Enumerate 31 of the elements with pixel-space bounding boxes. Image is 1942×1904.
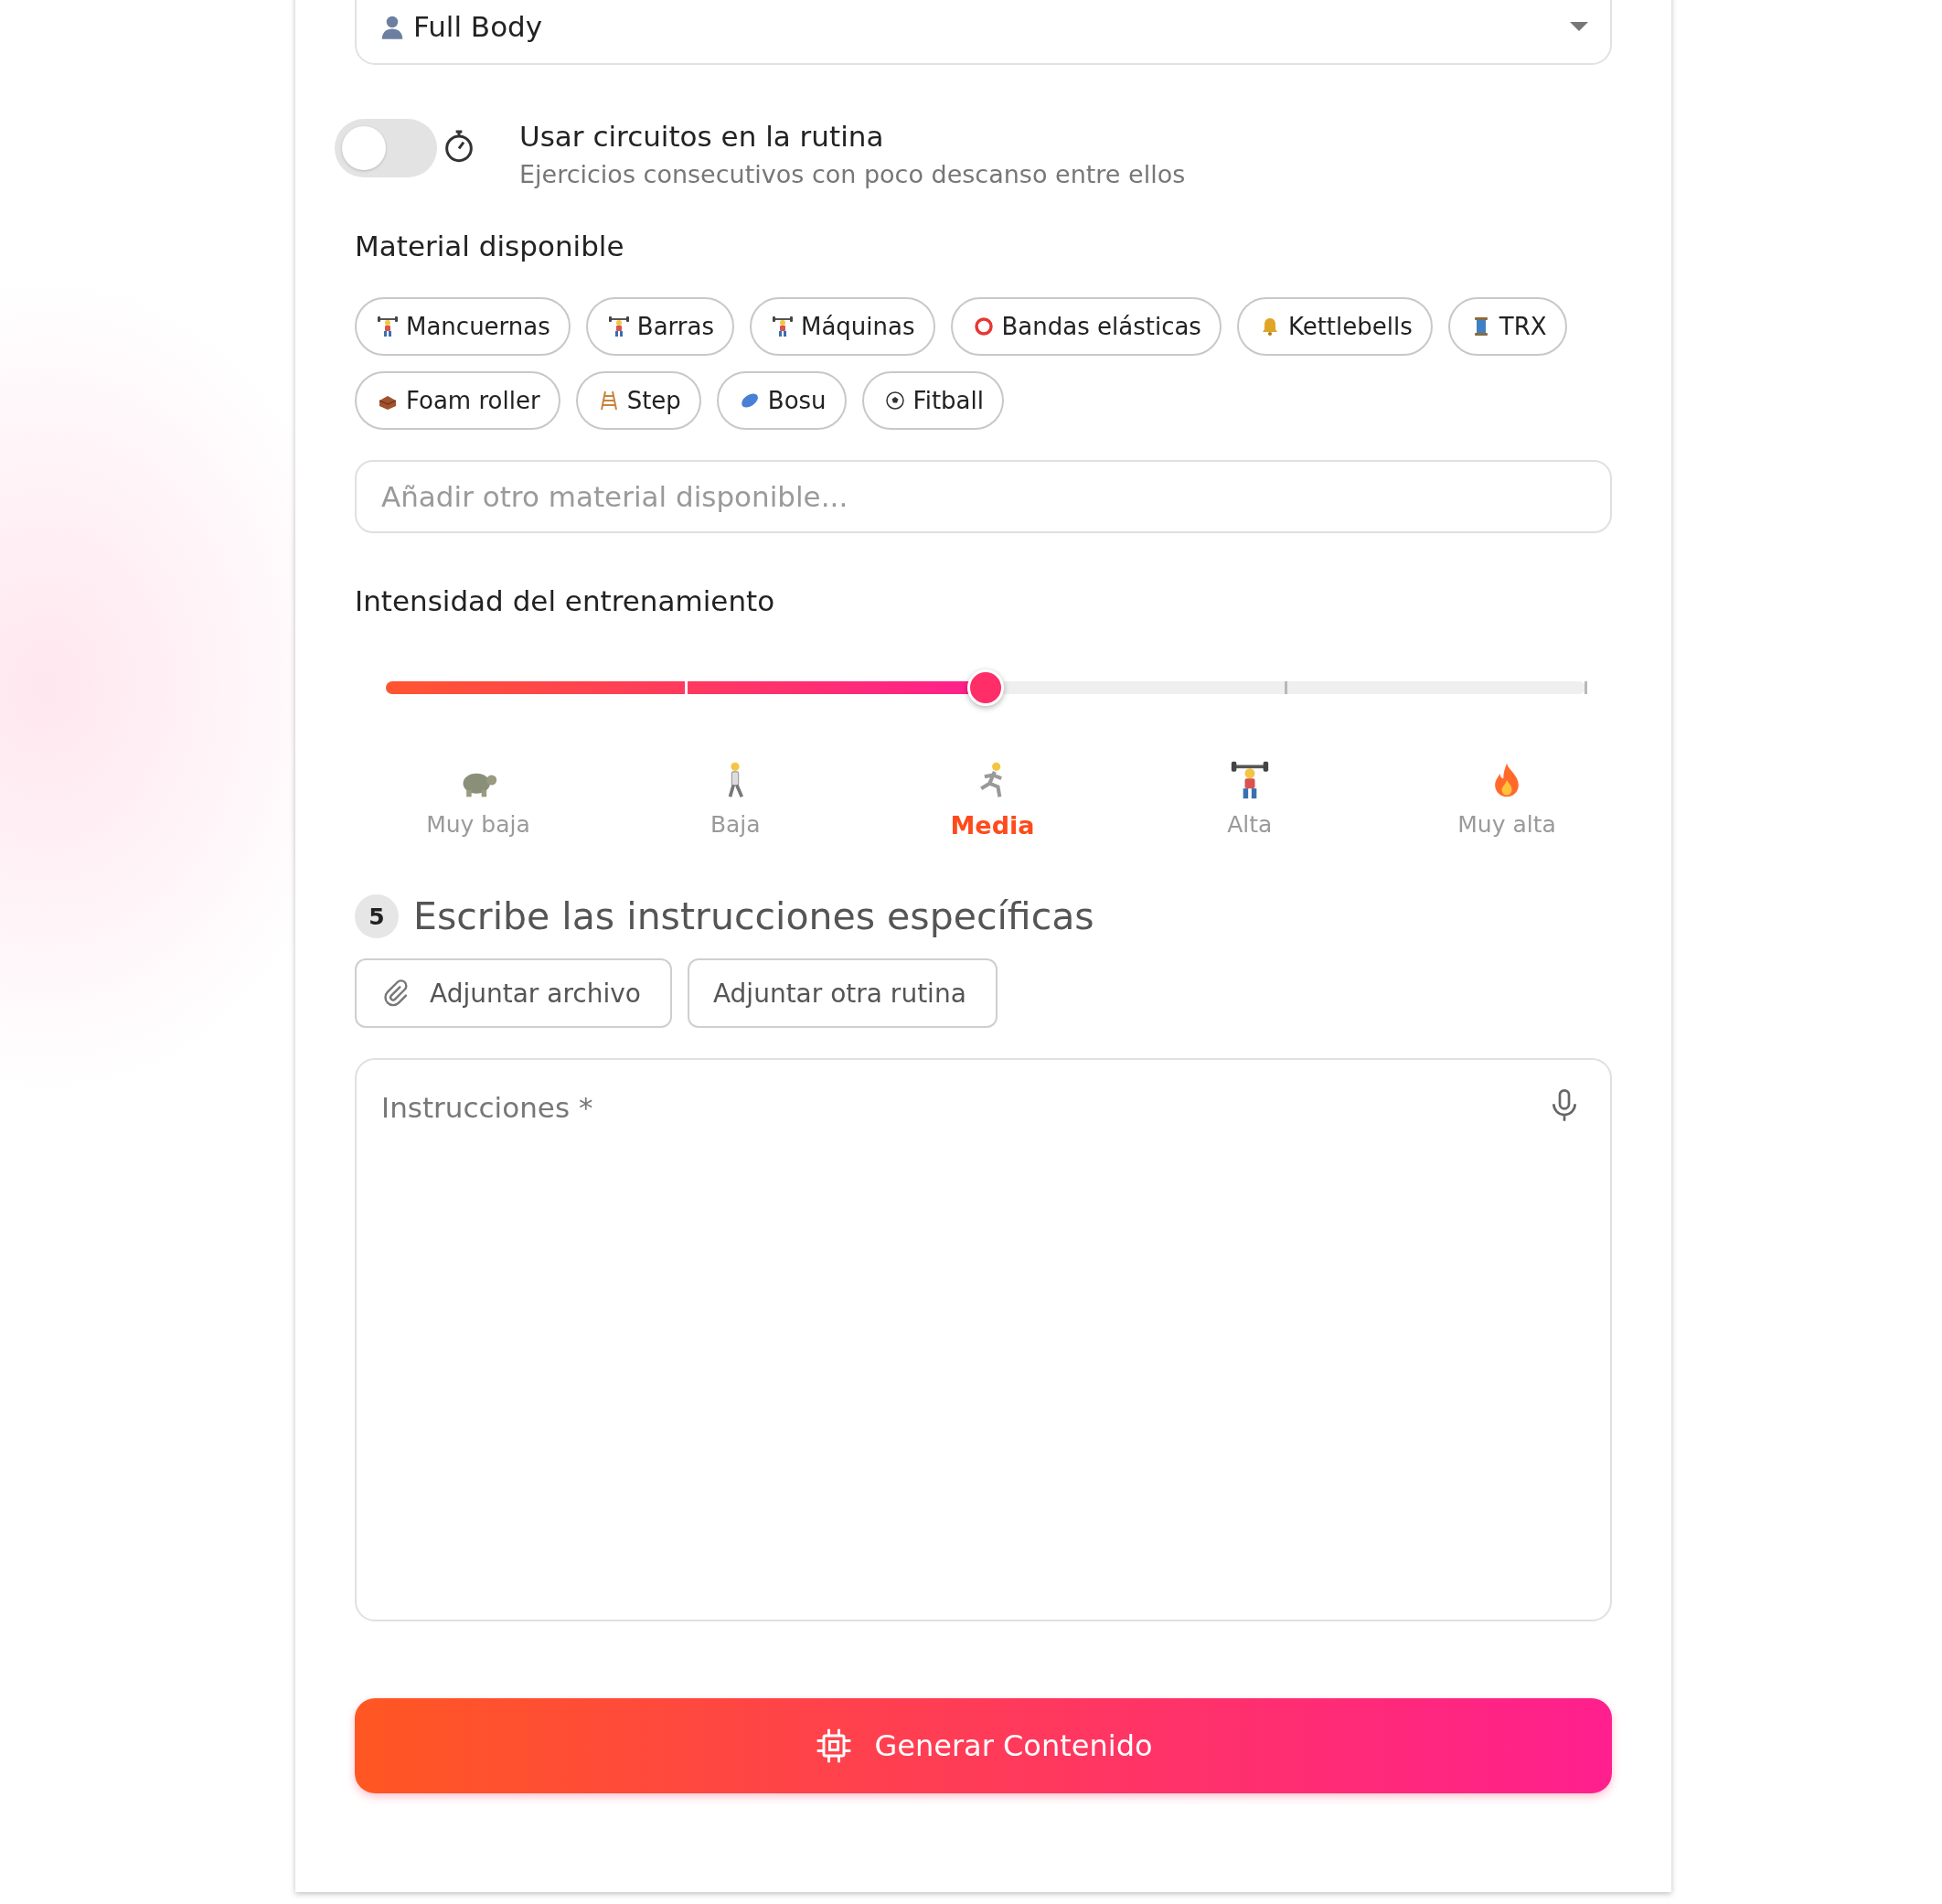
equipment-chip[interactable]: Bandas elásticas <box>950 297 1222 356</box>
attach-button[interactable]: Adjuntar archivo <box>355 958 672 1028</box>
step-title: Escribe las instrucciones específicas <box>413 894 1094 938</box>
weightlifter-icon <box>772 316 794 337</box>
equipment-chip[interactable]: Máquinas <box>750 297 935 356</box>
slider-track[interactable] <box>386 669 1585 706</box>
instructions-field[interactable]: Instrucciones * <box>355 1058 1612 1621</box>
weightlifter-icon <box>377 316 399 337</box>
equipment-chip[interactable]: TRX <box>1447 297 1567 356</box>
section-label: Intensidad del entrenamiento <box>355 584 776 617</box>
section-label: Material disponible <box>355 230 625 262</box>
weightlifter-icon <box>1229 760 1270 800</box>
equipment-chip[interactable]: Foam roller <box>355 371 560 430</box>
ring-icon <box>972 316 995 337</box>
step-number: 5 <box>355 894 399 938</box>
attach-button[interactable]: Adjuntar otra rutina <box>687 958 998 1028</box>
equipment-chip[interactable]: Step <box>575 371 701 430</box>
equipment-chip[interactable]: Barras <box>585 297 734 356</box>
equipment-chip[interactable]: Fitball <box>861 371 1004 430</box>
equipment-chip[interactable]: Bosu <box>716 371 847 430</box>
dropdown-field[interactable]: Full Body <box>355 0 1612 65</box>
caret-icon <box>1570 22 1588 31</box>
equipment-chip[interactable]: Mancuernas <box>355 297 571 356</box>
text-input-field[interactable]: Añadir otro material disponible... <box>355 460 1612 533</box>
option-description: Ejercicios consecutivos con poco descanso entre ellos <box>519 159 1186 190</box>
weightlifter-icon <box>607 316 630 337</box>
option-title: Usar circuitos en la rutina <box>519 119 885 155</box>
equipment-chip[interactable]: Kettlebells <box>1236 297 1433 356</box>
slider-thumb[interactable] <box>967 669 1004 706</box>
generate-button[interactable]: Generar Contenido <box>355 1698 1612 1793</box>
ball-icon <box>883 390 906 412</box>
